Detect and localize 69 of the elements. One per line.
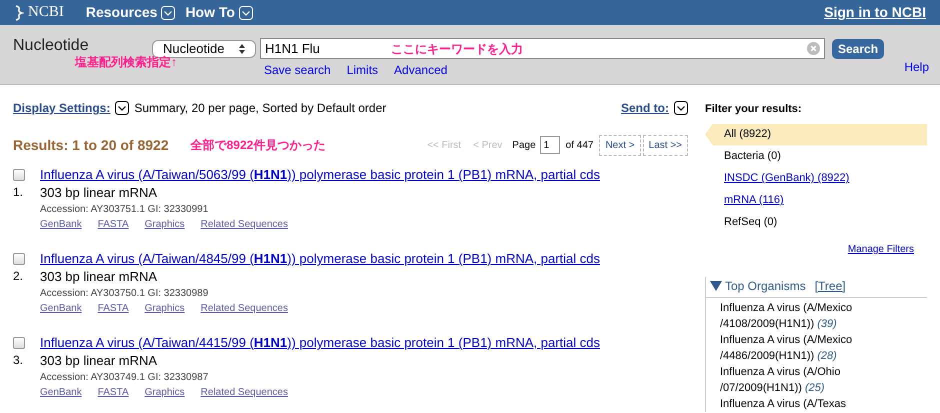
filter-link[interactable]: INSDC (GenBank) (8922) [724,170,850,187]
page-count: of 447 [566,138,594,152]
help-link[interactable]: Help [904,58,929,76]
result-checkbox[interactable] [13,169,25,181]
result-number: 1. [13,185,24,199]
selected-filter-item[interactable]: All (8922) [705,124,927,146]
manage-filters-link[interactable]: Manage Filters [848,242,914,256]
annotation-note: 全部で8922件見つかった [190,137,326,154]
page-input[interactable]: 1 [540,136,560,154]
search-link[interactable]: Limits [346,61,378,79]
organism-item[interactable]: Influenza A virus (A/Mexico /4486/2009(H1N1)) (28) [720,332,890,364]
results-heading: Results: 1 to 20 of 8922 [13,136,169,154]
filter-item[interactable]: RefSeq (0) [724,214,778,231]
menu-link[interactable]: How To [185,2,235,23]
database-title: Nucleotide [13,37,90,55]
sign-in-link[interactable]: Sign in to NCBI [824,2,926,23]
accession-text: Accession: AY303751.1 GI: 32330991 [40,203,210,217]
display-summary: Summary, 20 per page, Sorted by Default order [134,100,386,116]
chevron-down-icon[interactable] [674,101,688,115]
result-link[interactable]: Related Sequences [200,302,288,316]
organism-item[interactable]: Influenza A virus (A/Ohio /07/2009(H1N1)) (25) [720,364,890,396]
accession-text: Accession: AY303749.1 GI: 32330987 [40,371,210,385]
search-button[interactable]: Search [832,38,884,58]
organisms-heading: Top Organisms [725,278,806,294]
result-link[interactable]: GenBank [40,302,82,316]
result-link[interactable]: GenBank [40,218,82,232]
filter-link[interactable]: mRNA (116) [724,192,784,209]
result-description: 303 bp linear mRNA [40,353,158,369]
result-link[interactable]: GenBank [40,386,82,400]
result-number: 3. [13,353,24,367]
result-checkbox[interactable] [13,337,25,349]
result-title-link[interactable]: Influenza A virus (A/Taiwan/4845/99 (H1N1)) polymerase basic protein 1 (PB1) mRNA, partial cds [40,250,600,267]
search-input[interactable]: H1N1 Flu [265,38,365,58]
next-button[interactable]: Next > [599,134,641,156]
display-settings-link[interactable]: Display Settings: [13,100,110,116]
helix-logo-icon[interactable] [14,4,24,20]
result-link[interactable]: Graphics [144,302,185,316]
result-checkbox[interactable] [13,253,25,265]
send-to-link[interactable]: Send to: [621,100,669,116]
result-link[interactable]: FASTA [98,218,129,232]
result-title-link[interactable]: Influenza A virus (A/Taiwan/4415/99 (H1N1)) polymerase basic protein 1 (PB1) mRNA, partial cds [40,334,600,351]
search-link[interactable]: Save search [264,61,331,79]
menu-link[interactable]: Resources [86,2,158,23]
result-description: 303 bp linear mRNA [40,269,158,285]
organism-item[interactable]: Influenza A virus (A/Mexico /4108/2009(H1N1)) (39) [720,300,890,332]
filter-heading: Filter your results: [705,102,803,117]
result-link[interactable]: FASTA [98,302,129,316]
annotation-note: ここにキーワードを入力 [391,40,524,58]
accession-text: Accession: AY303750.1 GI: 32330989 [40,287,210,301]
organism-item[interactable]: Influenza A virus (A/Texas [720,396,890,412]
result-link[interactable]: Graphics [144,218,185,232]
up-down-arrows-icon [239,44,245,54]
result-link[interactable]: Related Sequences [200,386,288,400]
result-link[interactable]: FASTA [98,386,129,400]
result-title-link[interactable]: Influenza A virus (A/Taiwan/5063/99 (H1N1)) polymerase basic protein 1 (PB1) mRNA, partial cds [40,166,600,183]
result-number: 2. [13,269,24,283]
chevron-down-icon[interactable] [115,101,130,115]
logo-text[interactable]: NCBI [28,1,64,24]
tree-link[interactable]: [Tree] [814,276,846,294]
last-button[interactable]: Last >> [642,134,688,156]
search-link[interactable]: Advanced [394,61,448,79]
search-field[interactable]: H1N1 Flu ここにキーワードを入力 [260,38,825,59]
annotation-note: 塩基配列検索指定↑ [75,55,177,69]
filter-item[interactable]: Bacteria (0) [724,148,781,165]
triangle-down-icon[interactable] [710,280,722,290]
result-link[interactable]: Related Sequences [200,218,288,232]
page-label: Page [512,138,536,152]
result-link[interactable]: Graphics [144,386,185,400]
result-description: 303 bp linear mRNA [40,185,158,201]
